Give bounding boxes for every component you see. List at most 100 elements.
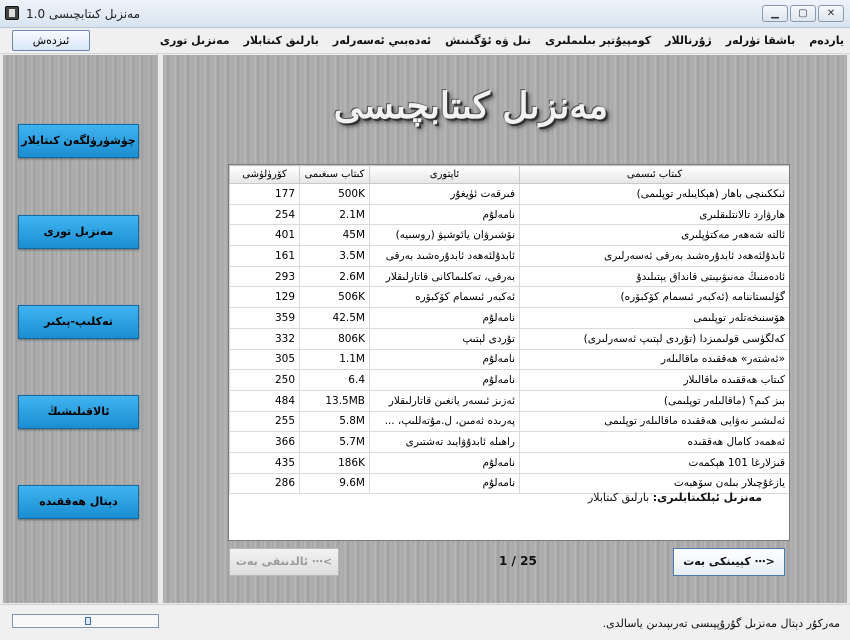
cell-author: نامەلۇم [369,369,520,391]
status-bar: مەركۇر دېتال مەنزىل گۇرۇپپىسى تەرىپىدىن … [0,604,850,640]
table-row[interactable]: ئادەمنىڭ مەنىۋىيىتى قانداق يېتىلىدۇ بەرقى… [229,265,789,288]
summary-label: مەنزىل ئېلكىتابلىرى: [652,491,763,504]
menu-item-literature[interactable]: ئەدەبىي ئەسەرلەر [333,34,431,47]
cell-name: ھۆسنىخەتلەر توپلىمى [519,307,789,329]
main-panel: مەنزىل كىتابچىسى كىتاب ئىسمى ئاپتورى كىت… [163,55,847,603]
table-header-row: كىتاب ئىسمى ئاپتورى كىتاب سىغىمى كۆرۈلۈش… [229,165,789,184]
menu-item-others[interactable]: باشقا تۈرلەر [726,34,795,47]
cell-author: نامەلۇم [369,203,520,226]
sidebar-item-downloaded[interactable]: چۈشۈرۈلگەن كىتابلار [18,124,139,158]
cell-name: قىزلارغا 101 ھېكمەت [519,451,789,474]
cell-name: كىتاب ھەققىدە ماقالىلار [519,369,789,391]
table-row[interactable]: گۈلىستاننامە (ئەكبەر ئىسمام كۆكبۆرە) ئەكب… [229,286,789,309]
cell-size: 13.5MB [299,389,370,412]
cell-size: 2.6M [299,265,370,288]
cell-views: 255 [229,410,300,433]
cell-views: 161 [229,245,300,267]
cell-name: ئەلىشىر نەۋايى ھەققىدە ماقالىلەر توپلىمى [519,410,789,433]
summary-line: مەنزىل ئېلكىتابلىرى: بارلىق كىتابلار [588,491,762,504]
cell-author: ئابدۇلئەھەد ئابدۇرەشىد بەرقى [369,245,520,267]
menu-items: مەنزىل تورى بارلىق كىتابلار ئەدەبىي ئەسە… [160,34,844,47]
cell-name: ئابدۇلئەھەد ئابدۇرەشىد بەرقى ئەسەرلىرى [519,245,789,267]
column-header-size[interactable]: كىتاب سىغىمى [299,165,370,184]
window-controls: ▁ ▢ ✕ [762,5,844,22]
cell-size: 2.1M [299,203,370,226]
sidebar-item-feedback[interactable]: تەكلىپ-پىكىر [18,305,139,339]
sidebar-item-about[interactable]: دېتال ھەققىدە [18,485,139,519]
brand-logo: مەنزىل كىتابچىسى [333,85,608,127]
cell-name: ئەھمەد كامال ھەققىدە [519,431,789,453]
cell-name: ئىككىنچى باھار (ھېكايىلەر توپلىمى) [519,183,789,205]
menu-item-journals[interactable]: ژۇرناللار [665,34,712,47]
cell-author: نۆشىرۋان يائوشېۋ (روسىيە) [369,224,520,247]
cell-author: پەرىدە ئەمىن، ل.مۇتەللىپ، ... [369,410,520,433]
cell-views: 250 [229,369,300,391]
cell-size: 506K [299,286,370,309]
cell-size: 5.8M [299,410,370,433]
menu-item-all-books[interactable]: بارلىق كىتابلار [244,34,319,47]
menu-item-language[interactable]: تىل ۋە ئۆگىنىش [445,34,531,47]
status-text: مەركۇر دېتال مەنزىل گۇرۇپپىسى تەرىپىدىن … [602,617,840,630]
column-header-views[interactable]: كۆرۈلۈشى [229,165,300,184]
menu-item-home[interactable]: مەنزىل تورى [160,34,230,47]
book-table: كىتاب ئىسمى ئاپتورى كىتاب سىغىمى كۆرۈلۈش… [228,164,790,541]
cell-author: نامەلۇم [369,307,520,329]
cell-size: 1.1M [299,348,370,371]
column-header-author[interactable]: ئاپتورى [369,165,520,184]
cell-name: ئالتە شەھەر مەكتۈپلىرى [519,224,789,247]
window-title: مەنزىل كىتابچىسى 1.0 [26,7,140,21]
cell-views: 293 [229,265,300,288]
page-indicator: 1 / 25 [499,554,537,568]
cell-size: 3.5M [299,245,370,267]
next-page-button[interactable]: كېيىنكى بەت ⋯> [673,548,785,576]
cell-size: 9.6M [299,472,370,495]
table-row[interactable]: ھارۋارد تالانتلىقلىرى نامەلۇم 2.1M 254 [229,203,789,226]
cell-author: تۇردى لېتىپ [369,327,520,350]
table-row[interactable]: ئەلىشىر نەۋايى ھەققىدە ماقالىلەر توپلىمى… [229,410,789,433]
maximize-icon[interactable]: ▢ [790,5,816,22]
minimize-icon[interactable]: ▁ [762,5,788,22]
cell-views: 401 [229,224,300,247]
cell-author: ئەزىز ئىسەر يانغىن قاتارلىقلار [369,389,520,412]
cell-views: 484 [229,389,300,412]
table-row[interactable]: «ئەشتەر» ھەققىدە ماقالىلەر نامەلۇم 1.1M 305 [229,348,789,371]
cell-author: فىرقەت ئۈيغۇر [369,183,520,205]
table-row[interactable]: ئەھمەد كامال ھەققىدە راھىلە ئابدۇۋايىد تە… [229,431,789,453]
cell-views: 254 [229,203,300,226]
cell-author: ئەكبەر ئىسمام كۆكبۆرە [369,286,520,309]
table-row[interactable]: ئىككىنچى باھار (ھېكايىلەر توپلىمى) فىرقەت… [229,183,789,205]
close-icon[interactable]: ✕ [818,5,844,22]
table-row[interactable]: كەلگۈسى قولىمىزدا (تۇردى لېتىپ ئەسەرلىرى… [229,327,789,350]
cell-size: 42.5M [299,307,370,329]
cell-size: 500K [299,183,370,205]
cell-size: 6.4 [299,369,370,391]
sidebar-item-contact[interactable]: ئالاقىلىشىڭ [18,395,139,429]
cell-views: 177 [229,183,300,205]
cell-author: راھىلە ئابدۇۋايىد تەشتىرى [369,431,520,453]
prev-page-button[interactable]: ئالدىنقى بەت ⋯< [229,548,339,576]
table-row[interactable]: ھۆسنىخەتلەر توپلىمى نامەلۇم 42.5M 359 [229,307,789,329]
cell-views: 332 [229,327,300,350]
cell-size: 45M [299,224,370,247]
cell-size: 806K [299,327,370,350]
menu-bar: مەنزىل تورى بارلىق كىتابلار ئەدەبىي ئەسە… [0,28,850,54]
app-icon [5,6,19,20]
menu-item-computer[interactable]: كومپيۇتېر بىلىملىرى [545,34,651,47]
table-row[interactable]: قىزلارغا 101 ھېكمەت نامەلۇم 186K 435 [229,451,789,474]
progress-bar [12,614,159,628]
sidebar: چۈشۈرۈلگەن كىتابلار مەنزىل تورى تەكلىپ-پ… [3,55,158,603]
cell-name: ھارۋارد تالانتلىقلىرى [519,203,789,226]
cell-author: نامەلۇم [369,472,520,495]
book-table-grid: كىتاب ئىسمى ئاپتورى كىتاب سىغىمى كۆرۈلۈش… [229,165,789,495]
table-row[interactable]: كىتاب ھەققىدە ماقالىلار نامەلۇم 6.4 250 [229,369,789,391]
column-header-name[interactable]: كىتاب ئىسمى [519,165,789,184]
table-body: ئىككىنچى باھار (ھېكايىلەر توپلىمى) فىرقەت… [229,183,789,495]
search-button[interactable]: ئىزدەش [12,30,90,51]
table-row[interactable]: ئالتە شەھەر مەكتۈپلىرى نۆشىرۋان يائوشېۋ (… [229,224,789,247]
progress-indicator [85,617,91,625]
table-row[interactable]: بىز كىم؟ (ماقالىلەر توپلىمى) ئەزىز ئىسەر … [229,389,789,412]
sidebar-item-website[interactable]: مەنزىل تورى [18,215,139,249]
table-row[interactable]: ئابدۇلئەھەد ئابدۇرەشىد بەرقى ئەسەرلىرى ئا… [229,245,789,267]
cell-name: بىز كىم؟ (ماقالىلەر توپلىمى) [519,389,789,412]
menu-item-help[interactable]: ياردەم [809,34,844,47]
